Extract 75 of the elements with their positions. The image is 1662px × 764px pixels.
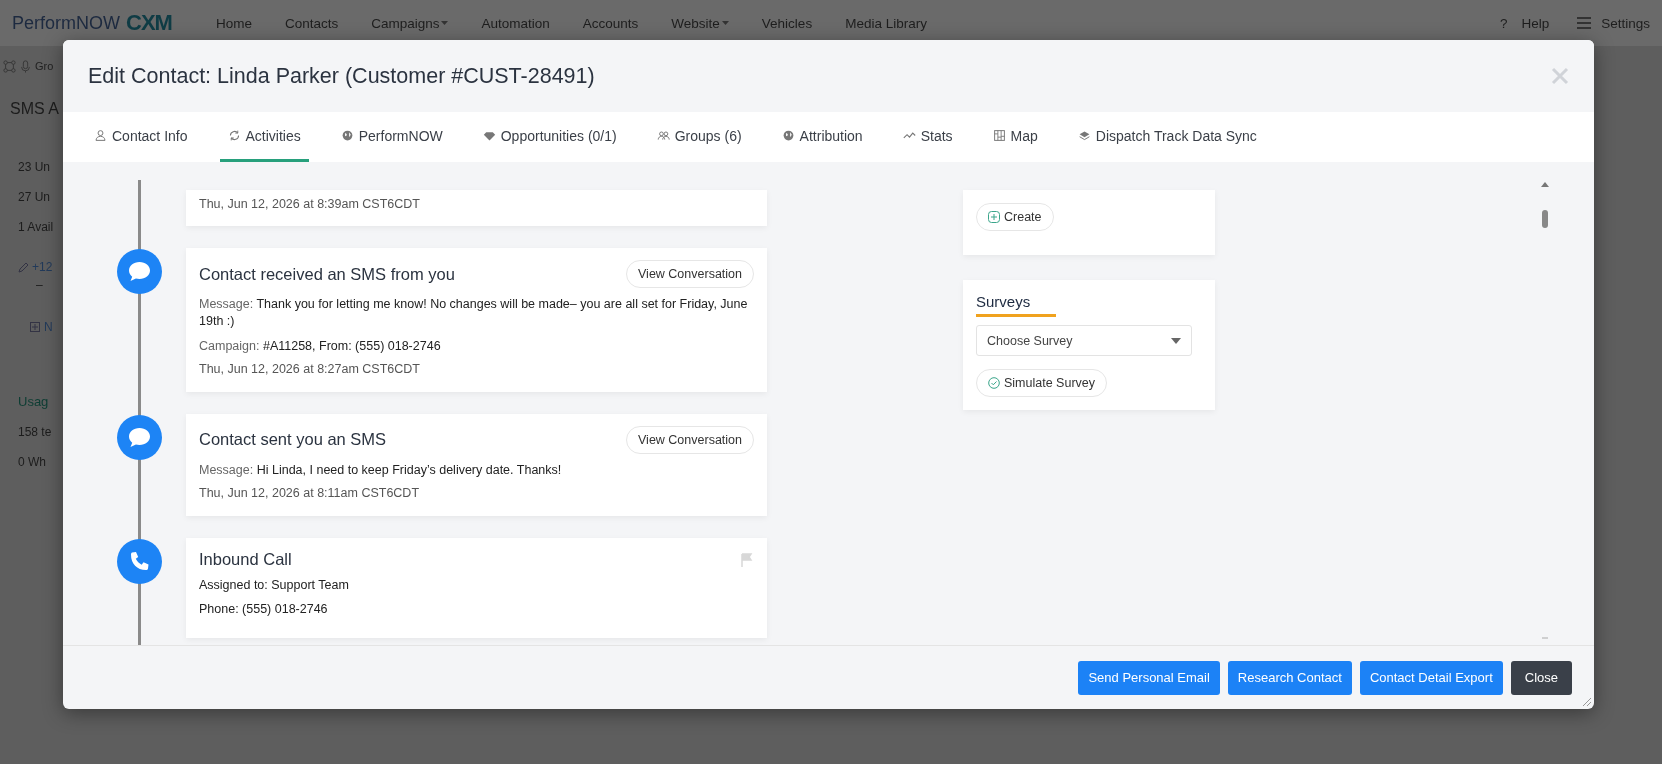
tab[interactable]: PerformNOW: [332, 112, 451, 162]
activity-date: Thu, Jun 12, 2026 at 8:39am CST6CDT: [199, 197, 421, 211]
simulate-survey-button[interactable]: Simulate Survey: [976, 369, 1107, 397]
nav-link[interactable]: Contacts: [284, 15, 339, 31]
dialog-title: Edit Contact: Linda Parker (Customer #CUST-28491): [88, 63, 595, 89]
grid-map-icon: [992, 129, 1006, 142]
toolbar-label[interactable]: Gro: [35, 60, 54, 72]
nav-link[interactable]: Vehicles: [761, 15, 813, 31]
view-conversation-button[interactable]: View Conversation: [626, 425, 754, 454]
tab[interactable]: Map: [984, 112, 1046, 162]
usage-title: Usag: [18, 394, 49, 409]
globe-icon: [781, 129, 795, 142]
detail-text: Campaign: #A11258, From: (555) 018-2746: [199, 337, 442, 355]
layers-icon: [1077, 129, 1091, 142]
check-circle-icon: [988, 377, 1000, 389]
page-title: SMS A: [10, 100, 60, 118]
nav-link[interactable]: Campaigns: [371, 15, 449, 31]
usage-text: 158 te: [18, 425, 52, 439]
detail-text: Message: Thank you for letting me know! No changes will be made– you are all set for Friday, June 19th :): [199, 296, 749, 331]
activity-date: Thu, Jun 12, 2026 at 8:27am CST6CDT: [199, 361, 421, 376]
tab[interactable]: Dispatch Track Data Sync: [1069, 112, 1265, 162]
tab[interactable]: Attribution: [773, 112, 871, 162]
plus-icon[interactable]: [30, 322, 40, 332]
nav-link[interactable]: Automation: [481, 15, 550, 31]
microphone-icon[interactable]: [19, 59, 32, 73]
logo-suffix-text: CXM: [126, 10, 172, 36]
activity-title: Contact received an SMS from you: [199, 264, 455, 284]
nav-link[interactable]: Accounts: [582, 15, 639, 31]
activity-title: Contact sent you an SMS: [199, 430, 387, 450]
surveys-title: Surveys: [976, 293, 1032, 310]
stat-text: 23 Un: [18, 160, 51, 174]
logo-text: PerformNOW: [12, 12, 120, 34]
nav-link[interactable]: Website: [671, 15, 729, 31]
footer-button[interactable]: Contact Detail Export: [1359, 660, 1503, 695]
usage-text: 0 Wh: [18, 455, 46, 469]
footer-button[interactable]: Research Contact: [1227, 660, 1352, 695]
gem-icon: [482, 129, 496, 142]
tab[interactable]: Activities: [219, 112, 309, 162]
tab[interactable]: Groups (6): [648, 112, 750, 162]
menu-icon[interactable]: [1577, 17, 1592, 29]
create-button[interactable]: Create: [976, 203, 1054, 231]
footer-button[interactable]: Send Personal Email: [1078, 660, 1220, 695]
nav-link[interactable]: Home: [215, 15, 252, 31]
tab[interactable]: Stats: [894, 112, 961, 162]
help-icon[interactable]: ?: [1499, 15, 1508, 31]
people-icon: [656, 129, 670, 142]
pencil-icon[interactable]: [18, 261, 29, 273]
activity-date: Thu, Jun 12, 2026 at 8:11am CST6CDT: [199, 486, 421, 500]
phone-icon: [117, 539, 162, 584]
globe-icon: [340, 129, 354, 142]
chat-bubble-icon: [117, 414, 162, 460]
person-icon: [94, 129, 107, 142]
stat-text: 27 Un: [18, 190, 51, 204]
detail-text: Assigned to: Support Team: [199, 577, 350, 594]
plus-icon: [988, 211, 1000, 223]
resize-grip-icon[interactable]: [1583, 698, 1591, 706]
survey-select[interactable]: Choose Survey: [976, 325, 1192, 356]
phone-note: –: [36, 278, 43, 292]
stat-text: 1 Avail: [18, 220, 54, 234]
chat-bubble-icon: [117, 249, 162, 294]
close-icon[interactable]: [1551, 67, 1569, 85]
tab[interactable]: Opportunities (0/1): [474, 112, 625, 162]
tab[interactable]: Contact Info: [86, 112, 196, 162]
flag-icon[interactable]: [740, 552, 754, 567]
caret-icon: [1171, 337, 1181, 344]
detail-text: Message: Hi Linda, I need to keep Friday’s delivery date. Thanks!: [199, 461, 563, 479]
network-icon[interactable]: [3, 59, 16, 73]
help-link[interactable]: Help: [1521, 15, 1550, 31]
detail-text: Phone: (555) 018-2746: [199, 601, 329, 619]
footer-button[interactable]: Close: [1510, 660, 1572, 695]
view-conversation-button[interactable]: View Conversation: [626, 260, 754, 288]
settings-link[interactable]: Settings: [1601, 15, 1650, 31]
nav-link[interactable]: Media Library: [845, 15, 927, 31]
activity-title: Inbound Call: [199, 550, 292, 569]
refresh-icon: [227, 129, 241, 142]
